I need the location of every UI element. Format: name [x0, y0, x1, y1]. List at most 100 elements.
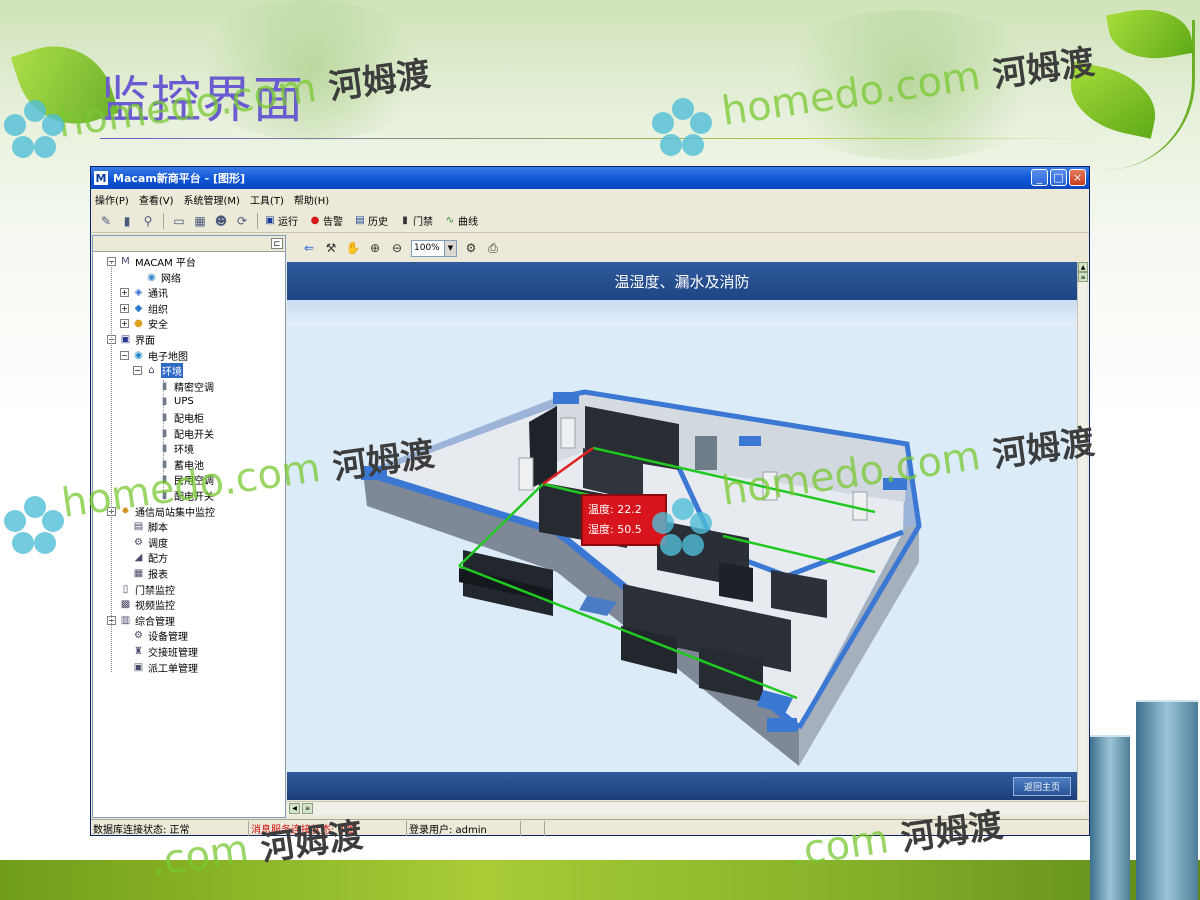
- horizontal-scrollbar[interactable]: ◀ ≡: [287, 801, 1087, 815]
- tree-node[interactable]: + ● 安全: [120, 316, 168, 331]
- title-bar[interactable]: M Macam新商平台 - [图形] _ □ ×: [91, 167, 1089, 189]
- tree-node[interactable]: + ◆ 组织: [120, 301, 168, 316]
- close-button[interactable]: ×: [1069, 169, 1086, 186]
- tree-node[interactable]: + ◈ 通讯: [120, 285, 168, 300]
- tree-node-label: UPS: [174, 396, 194, 408]
- minimize-button[interactable]: _: [1031, 169, 1048, 186]
- zoom-in-icon[interactable]: ⊕: [367, 240, 383, 256]
- tree-node[interactable]: ♜ 交接班管理: [120, 644, 198, 659]
- tools-icon[interactable]: ⚒: [323, 240, 339, 256]
- gear-icon: ⚙: [134, 630, 143, 642]
- tree-node-label: 调度: [148, 538, 168, 550]
- graphic-canvas[interactable]: 温湿度、漏水及消防 温度: 22.2 湿度: 50.5 返回主页: [287, 262, 1077, 800]
- station-icon: ✹: [121, 505, 130, 517]
- grid-icon[interactable]: ▦: [191, 212, 209, 230]
- maximize-button[interactable]: □: [1050, 169, 1067, 186]
- tree-node[interactable]: ▤ 脚本: [120, 519, 168, 534]
- tree-node[interactable]: ▮ 蓄电池: [146, 457, 204, 472]
- tree-node[interactable]: − ◉ 电子地图: [120, 348, 188, 363]
- alarm-label: 告警: [323, 217, 343, 228]
- door-icon: ▯: [122, 583, 129, 595]
- tree-node[interactable]: ▮ 环境: [146, 441, 194, 456]
- network-icon: ◉: [147, 271, 156, 283]
- chevron-down-icon: ▼: [444, 240, 456, 256]
- alarm-button[interactable]: ● 告警: [309, 213, 343, 228]
- tree-node-label: 设备管理: [148, 632, 188, 644]
- tree-node[interactable]: ⚙ 设备管理: [120, 628, 188, 643]
- tree-node[interactable]: ◉ 网络: [133, 270, 181, 285]
- expand-icon[interactable]: +: [120, 319, 129, 329]
- vertical-scrollbar[interactable]: ▲ ≡: [1077, 262, 1088, 800]
- menu-view[interactable]: 查看(V): [139, 192, 174, 207]
- back-home-button[interactable]: 返回主页: [1013, 777, 1071, 796]
- tree-node[interactable]: ▦ 报表: [120, 566, 168, 581]
- corner-pillar: [553, 392, 579, 404]
- tree-node[interactable]: ▮ 配电开关: [146, 488, 214, 503]
- back-arrow-icon[interactable]: ⇐: [301, 240, 317, 256]
- tree-node[interactable]: ▣ 派工单管理: [120, 660, 198, 675]
- run-button[interactable]: ▣ 运行: [264, 213, 298, 228]
- air-conditioner: [518, 457, 534, 491]
- history-icon: ▤: [355, 215, 365, 226]
- app-logo-icon: M: [94, 171, 108, 185]
- toolbar-separator: [163, 212, 164, 229]
- menu-system[interactable]: 系统管理(M): [184, 192, 240, 207]
- status-bar: 数据库连接状态: 正常 消息服务连接状态: 中断 登录用户: admin: [91, 819, 1089, 836]
- scroll-thumb[interactable]: ≡: [302, 803, 313, 814]
- tree-node[interactable]: + ✹ 通信局站集中监控: [107, 504, 215, 519]
- pin-icon[interactable]: ✎: [97, 212, 115, 230]
- tree-node[interactable]: ▮ UPS: [146, 394, 194, 409]
- scroll-thumb[interactable]: ≡: [1078, 272, 1088, 282]
- scroll-up-icon[interactable]: ▲: [1078, 262, 1088, 272]
- tree-node[interactable]: ▮ 民用空调: [146, 472, 214, 487]
- curve-button[interactable]: ∿ 曲线: [444, 213, 478, 228]
- window-icon[interactable]: ▭: [170, 212, 188, 230]
- humidity-row: 湿度: 50.5: [588, 520, 660, 540]
- org-icon: ◆: [134, 302, 143, 314]
- app-window: M Macam新商平台 - [图形] _ □ × 操作(P) 查看(V) 系统管…: [90, 166, 1090, 836]
- door-button[interactable]: ▮ 门禁: [399, 213, 433, 228]
- user-icon[interactable]: ☻: [212, 212, 230, 230]
- shift-icon: ♜: [134, 646, 143, 657]
- device-icon: ▮: [161, 443, 168, 455]
- history-button[interactable]: ▤ 历史: [354, 213, 388, 228]
- expand-icon[interactable]: +: [120, 303, 129, 313]
- print-icon[interactable]: ⎙: [485, 240, 501, 256]
- pin-panel-icon[interactable]: ⊏: [271, 238, 283, 249]
- menu-tools[interactable]: 工具(T): [250, 192, 284, 207]
- report-icon: ▦: [133, 568, 144, 579]
- tree-node[interactable]: ⚙ 调度: [120, 535, 168, 550]
- tree-node[interactable]: ▮ 配电开关: [146, 426, 214, 441]
- history-label: 历史: [368, 217, 388, 228]
- scroll-left-icon[interactable]: ◀: [289, 803, 300, 814]
- tree-node[interactable]: − ⌂ 环境: [133, 363, 183, 379]
- collapse-icon[interactable]: −: [120, 350, 129, 360]
- tree-node[interactable]: ▮ 配电柜: [146, 410, 204, 425]
- menu-help[interactable]: 帮助(H): [294, 192, 329, 207]
- zoom-select[interactable]: 100% ▼: [411, 239, 457, 257]
- collapse-icon[interactable]: −: [133, 366, 142, 376]
- msg-status: 消息服务连接状态: 中断: [249, 820, 407, 836]
- tree-node-label: 综合管理: [135, 616, 175, 628]
- zoom-out-icon[interactable]: ⊖: [389, 240, 405, 256]
- pan-hand-icon[interactable]: ✋: [345, 240, 361, 256]
- security-icon: ●: [134, 318, 143, 330]
- tree-node-label: 配电开关: [174, 492, 214, 503]
- tree-node[interactable]: − M MACAM 平台: [107, 254, 196, 269]
- tree-node[interactable]: − ▣ 界面: [107, 332, 155, 347]
- expand-icon[interactable]: +: [120, 288, 129, 298]
- settings-icon[interactable]: ⚙: [463, 240, 479, 256]
- refresh-icon[interactable]: ⟳: [233, 212, 251, 230]
- temp-humidity-tooltip[interactable]: 温度: 22.2 湿度: 50.5: [581, 494, 667, 546]
- menu-operate[interactable]: 操作(P): [95, 192, 129, 207]
- book-icon[interactable]: ▮: [118, 212, 136, 230]
- run-label: 运行: [278, 217, 298, 228]
- tree-node[interactable]: ▯ 门禁监控: [107, 582, 175, 597]
- tree-node[interactable]: ◢ 配方: [120, 550, 168, 565]
- tree-node[interactable]: ▮ 精密空调: [146, 379, 214, 394]
- search-icon[interactable]: ⚲: [139, 212, 157, 230]
- tree-node-label: 通信局站集中监控: [135, 507, 215, 519]
- tree-node[interactable]: − ▥ 综合管理: [107, 613, 175, 628]
- tree-node[interactable]: ▩ 视频监控: [107, 597, 175, 612]
- tree-node-label: 视频监控: [135, 601, 175, 613]
